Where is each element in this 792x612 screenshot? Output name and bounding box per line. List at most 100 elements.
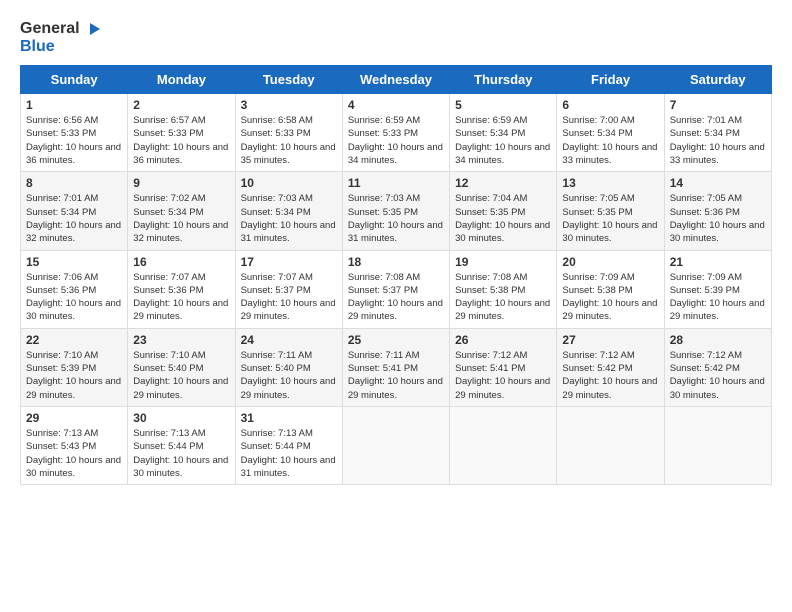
calendar-cell: 24 Sunrise: 7:11 AMSunset: 5:40 PMDayligh… [235, 328, 342, 406]
day-number: 20 [562, 255, 658, 269]
days-header-row: SundayMondayTuesdayWednesdayThursdayFrid… [21, 66, 772, 94]
day-number: 16 [133, 255, 229, 269]
calendar-cell: 17 Sunrise: 7:07 AMSunset: 5:37 PMDayligh… [235, 250, 342, 328]
calendar-cell: 31 Sunrise: 7:13 AMSunset: 5:44 PMDayligh… [235, 406, 342, 484]
calendar-cell: 5 Sunrise: 6:59 AMSunset: 5:34 PMDaylight… [450, 94, 557, 172]
day-info: Sunrise: 7:11 AMSunset: 5:41 PMDaylight:… [348, 349, 444, 402]
calendar-cell: 13 Sunrise: 7:05 AMSunset: 5:35 PMDayligh… [557, 172, 664, 250]
day-info: Sunrise: 6:59 AMSunset: 5:34 PMDaylight:… [455, 114, 551, 167]
day-number: 25 [348, 333, 444, 347]
day-header-sunday: Sunday [21, 66, 128, 94]
day-info: Sunrise: 7:02 AMSunset: 5:34 PMDaylight:… [133, 192, 229, 245]
day-info: Sunrise: 7:06 AMSunset: 5:36 PMDaylight:… [26, 271, 122, 324]
day-number: 21 [670, 255, 766, 269]
calendar-cell: 21 Sunrise: 7:09 AMSunset: 5:39 PMDayligh… [664, 250, 771, 328]
day-number: 6 [562, 98, 658, 112]
day-header-monday: Monday [128, 66, 235, 94]
day-info: Sunrise: 7:09 AMSunset: 5:38 PMDaylight:… [562, 271, 658, 324]
day-info: Sunrise: 7:04 AMSunset: 5:35 PMDaylight:… [455, 192, 551, 245]
day-info: Sunrise: 7:05 AMSunset: 5:36 PMDaylight:… [670, 192, 766, 245]
day-info: Sunrise: 7:01 AMSunset: 5:34 PMDaylight:… [26, 192, 122, 245]
calendar: SundayMondayTuesdayWednesdayThursdayFrid… [20, 65, 772, 485]
calendar-cell: 20 Sunrise: 7:09 AMSunset: 5:38 PMDayligh… [557, 250, 664, 328]
day-number: 9 [133, 176, 229, 190]
day-number: 1 [26, 98, 122, 112]
day-number: 18 [348, 255, 444, 269]
day-info: Sunrise: 7:10 AMSunset: 5:40 PMDaylight:… [133, 349, 229, 402]
calendar-cell: 7 Sunrise: 7:01 AMSunset: 5:34 PMDaylight… [664, 94, 771, 172]
day-number: 26 [455, 333, 551, 347]
day-info: Sunrise: 7:07 AMSunset: 5:36 PMDaylight:… [133, 271, 229, 324]
day-number: 12 [455, 176, 551, 190]
calendar-cell: 25 Sunrise: 7:11 AMSunset: 5:41 PMDayligh… [342, 328, 449, 406]
day-number: 4 [348, 98, 444, 112]
logo-arrow-icon [82, 21, 102, 37]
calendar-cell: 9 Sunrise: 7:02 AMSunset: 5:34 PMDaylight… [128, 172, 235, 250]
calendar-cell: 18 Sunrise: 7:08 AMSunset: 5:37 PMDayligh… [342, 250, 449, 328]
week-row-4: 22Sunrise: 7:10 AMSunset: 5:39 PMDayligh… [21, 328, 772, 406]
day-info: Sunrise: 7:03 AMSunset: 5:34 PMDaylight:… [241, 192, 337, 245]
calendar-cell: 26 Sunrise: 7:12 AMSunset: 5:41 PMDayligh… [450, 328, 557, 406]
week-row-2: 8 Sunrise: 7:01 AMSunset: 5:34 PMDaylight… [21, 172, 772, 250]
day-info: Sunrise: 7:08 AMSunset: 5:38 PMDaylight:… [455, 271, 551, 324]
calendar-cell: 10 Sunrise: 7:03 AMSunset: 5:34 PMDayligh… [235, 172, 342, 250]
day-number: 15 [26, 255, 122, 269]
day-number: 29 [26, 411, 122, 425]
day-number: 13 [562, 176, 658, 190]
logo-blue: Blue [20, 38, 55, 55]
day-number: 23 [133, 333, 229, 347]
day-number: 24 [241, 333, 337, 347]
calendar-cell: 11Sunrise: 7:03 AMSunset: 5:35 PMDayligh… [342, 172, 449, 250]
day-number: 31 [241, 411, 337, 425]
calendar-cell [557, 406, 664, 484]
calendar-cell: 23 Sunrise: 7:10 AMSunset: 5:40 PMDayligh… [128, 328, 235, 406]
day-info: Sunrise: 7:12 AMSunset: 5:42 PMDaylight:… [670, 349, 766, 402]
day-info: Sunrise: 7:12 AMSunset: 5:41 PMDaylight:… [455, 349, 551, 402]
day-info: Sunrise: 7:03 AMSunset: 5:35 PMDaylight:… [348, 192, 444, 245]
day-info: Sunrise: 7:00 AMSunset: 5:34 PMDaylight:… [562, 114, 658, 167]
calendar-cell: 29Sunrise: 7:13 AMSunset: 5:43 PMDayligh… [21, 406, 128, 484]
day-info: Sunrise: 7:13 AMSunset: 5:44 PMDaylight:… [133, 427, 229, 480]
calendar-cell: 14Sunrise: 7:05 AMSunset: 5:36 PMDayligh… [664, 172, 771, 250]
calendar-cell: 8 Sunrise: 7:01 AMSunset: 5:34 PMDaylight… [21, 172, 128, 250]
day-info: Sunrise: 7:01 AMSunset: 5:34 PMDaylight:… [670, 114, 766, 167]
day-number: 10 [241, 176, 337, 190]
day-header-saturday: Saturday [664, 66, 771, 94]
logo: General Blue [20, 20, 102, 55]
calendar-cell [342, 406, 449, 484]
logo-text: General Blue [20, 20, 102, 55]
day-number: 2 [133, 98, 229, 112]
day-header-friday: Friday [557, 66, 664, 94]
day-header-tuesday: Tuesday [235, 66, 342, 94]
calendar-cell: 1Sunrise: 6:56 AMSunset: 5:33 PMDaylight… [21, 94, 128, 172]
day-info: Sunrise: 7:11 AMSunset: 5:40 PMDaylight:… [241, 349, 337, 402]
day-number: 7 [670, 98, 766, 112]
day-number: 28 [670, 333, 766, 347]
day-info: Sunrise: 7:12 AMSunset: 5:42 PMDaylight:… [562, 349, 658, 402]
day-number: 3 [241, 98, 337, 112]
calendar-cell [664, 406, 771, 484]
day-header-thursday: Thursday [450, 66, 557, 94]
week-row-5: 29Sunrise: 7:13 AMSunset: 5:43 PMDayligh… [21, 406, 772, 484]
calendar-cell: 22Sunrise: 7:10 AMSunset: 5:39 PMDayligh… [21, 328, 128, 406]
calendar-cell: 16 Sunrise: 7:07 AMSunset: 5:36 PMDayligh… [128, 250, 235, 328]
week-row-3: 15 Sunrise: 7:06 AMSunset: 5:36 PMDayligh… [21, 250, 772, 328]
week-row-1: 1Sunrise: 6:56 AMSunset: 5:33 PMDaylight… [21, 94, 772, 172]
day-number: 8 [26, 176, 122, 190]
day-info: Sunrise: 7:07 AMSunset: 5:37 PMDaylight:… [241, 271, 337, 324]
day-number: 22 [26, 333, 122, 347]
calendar-cell: 4Sunrise: 6:59 AMSunset: 5:33 PMDaylight… [342, 94, 449, 172]
day-info: Sunrise: 6:57 AMSunset: 5:33 PMDaylight:… [133, 114, 229, 167]
day-info: Sunrise: 7:08 AMSunset: 5:37 PMDaylight:… [348, 271, 444, 324]
calendar-cell: 6 Sunrise: 7:00 AMSunset: 5:34 PMDaylight… [557, 94, 664, 172]
day-number: 30 [133, 411, 229, 425]
calendar-cell: 15 Sunrise: 7:06 AMSunset: 5:36 PMDayligh… [21, 250, 128, 328]
day-info: Sunrise: 7:05 AMSunset: 5:35 PMDaylight:… [562, 192, 658, 245]
day-number: 5 [455, 98, 551, 112]
day-info: Sunrise: 7:09 AMSunset: 5:39 PMDaylight:… [670, 271, 766, 324]
calendar-cell: 2 Sunrise: 6:57 AMSunset: 5:33 PMDaylight… [128, 94, 235, 172]
day-number: 17 [241, 255, 337, 269]
day-info: Sunrise: 7:13 AMSunset: 5:44 PMDaylight:… [241, 427, 337, 480]
day-number: 19 [455, 255, 551, 269]
day-number: 27 [562, 333, 658, 347]
